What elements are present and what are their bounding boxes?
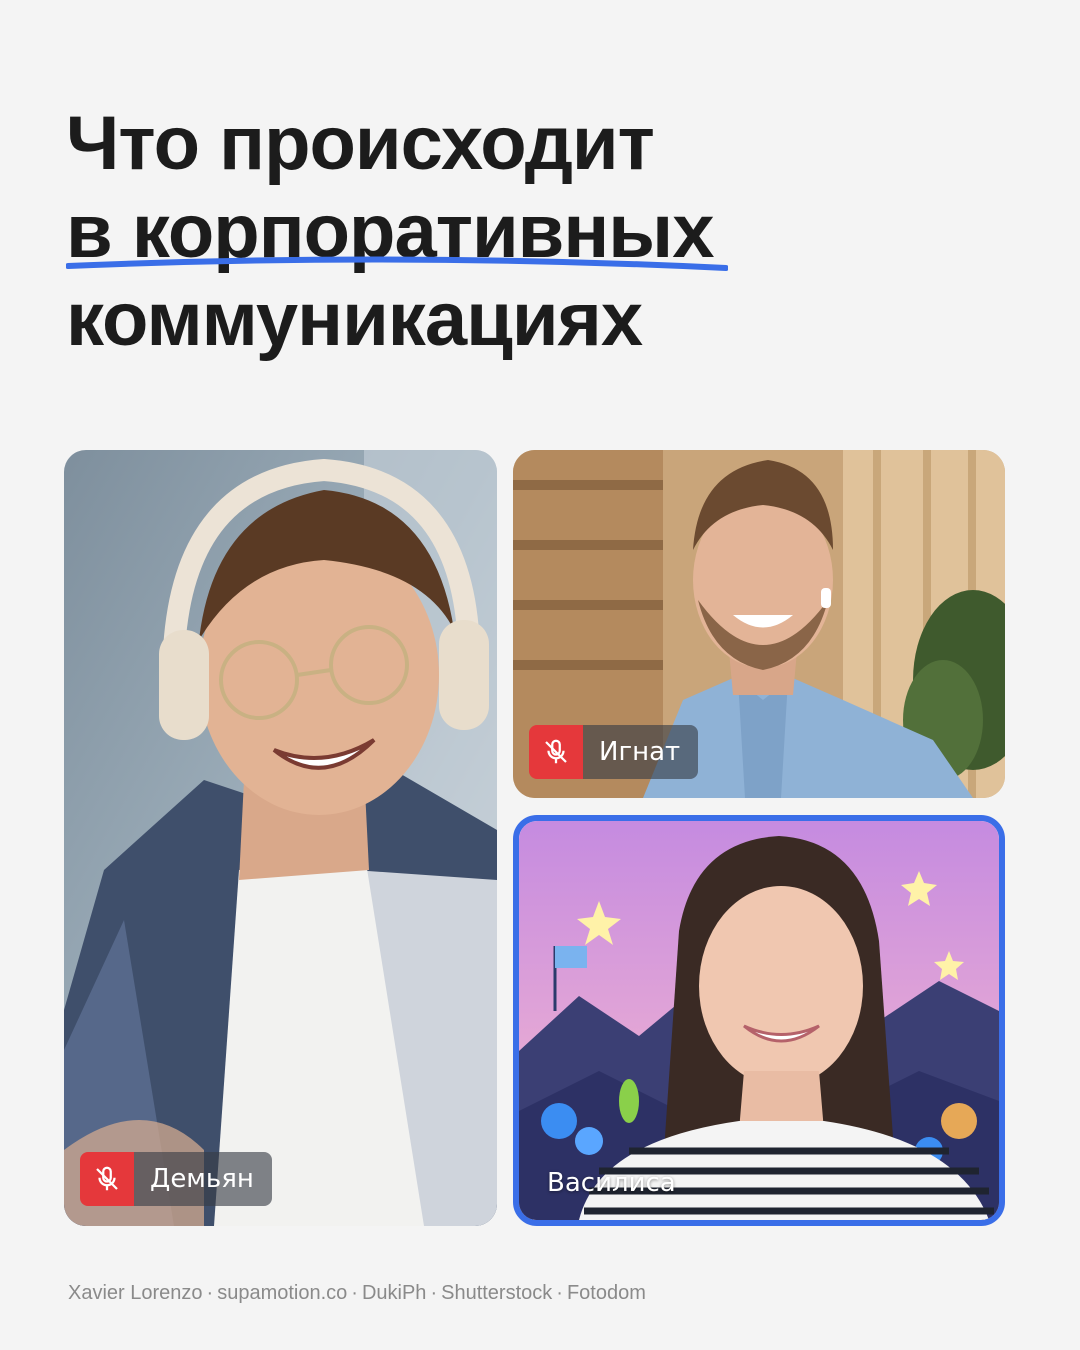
credit-separator: · <box>351 1282 358 1304</box>
headline-underlined: в корпоративных <box>66 188 728 276</box>
headline-line-3: коммуникациях <box>66 277 643 362</box>
photo-credits: Xavier Lorenzo · supamotion.co · DukiPh · Shut… <box>68 1282 646 1305</box>
headline-line-2-wrap: в корпоративных <box>66 188 966 276</box>
mic-off-icon[interactable] <box>80 1152 134 1206</box>
participant-name: Игнат <box>583 725 699 779</box>
headline: Что происходит в корпоративных коммуника… <box>66 100 966 364</box>
credit-separator: · <box>206 1282 214 1304</box>
video-tile-vasilisa-active[interactable]: Василиса <box>513 815 1005 1226</box>
participant-name: Василиса <box>547 1168 676 1198</box>
mic-off-icon[interactable] <box>529 725 583 779</box>
headline-line-1: Что происходит <box>66 101 655 186</box>
credit-item: Xavier Lorenzo <box>68 1282 203 1304</box>
participant-name: Демьян <box>134 1152 272 1206</box>
credit-separator: · <box>430 1282 438 1304</box>
headline-line-2: в корпоративных <box>66 189 714 274</box>
participant-photo <box>519 821 999 1220</box>
participant-tag: Демьян <box>80 1152 272 1206</box>
credit-item: DukiPh <box>361 1282 427 1304</box>
video-tile-demyan[interactable]: Демьян <box>64 450 497 1226</box>
participant-tag: Игнат <box>529 725 699 779</box>
video-tile-ignat[interactable]: Игнат <box>513 450 1005 798</box>
credit-item: Shutterstock <box>441 1282 553 1304</box>
credit-item: supamotion.co <box>217 1282 348 1304</box>
credit-separator: · <box>556 1282 563 1304</box>
credit-item: Fotodom <box>566 1282 646 1304</box>
participant-photo <box>64 450 497 1226</box>
